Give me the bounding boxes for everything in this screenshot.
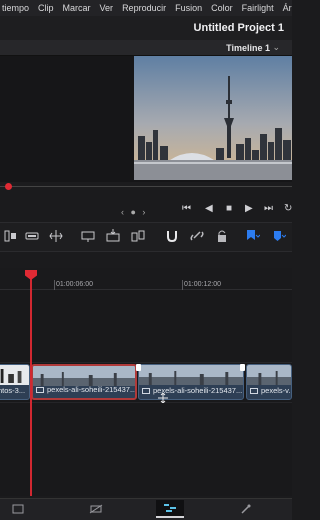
- menu-item-color[interactable]: Color: [211, 3, 233, 13]
- menu-item-reproducir[interactable]: Reproducir: [122, 3, 166, 13]
- track-divider: [0, 402, 292, 403]
- cut-page-tab[interactable]: [82, 500, 110, 518]
- ruler-timecode: 01:00:06:00: [56, 281, 93, 288]
- color-page-icon: [241, 504, 251, 514]
- video-clip-icon: [142, 387, 150, 394]
- snapping-magnet-icon[interactable]: [164, 229, 180, 243]
- marker-icon[interactable]: [270, 229, 286, 243]
- ruler-tick: [182, 280, 183, 290]
- menu-item-ver[interactable]: Ver: [100, 3, 114, 13]
- timeline-clip[interactable]: ntos-3...: [0, 364, 30, 400]
- media-page-tab[interactable]: [4, 500, 32, 518]
- video-clip-icon: [36, 386, 44, 393]
- edit-page-icon: [164, 504, 176, 512]
- skip-to-end-icon[interactable]: ⏭: [264, 203, 273, 214]
- ruler-timecode: 01:00:12:00: [184, 281, 221, 288]
- clip-thumbnail-strip: [0, 365, 29, 385]
- trim-cursor-icon: [158, 393, 168, 403]
- menu-item-area[interactable]: Áre: [283, 3, 292, 13]
- insert-clip-icon[interactable]: [80, 229, 96, 243]
- project-title: Untitled Project 1: [193, 22, 284, 34]
- clip-label: pexels-v...: [250, 384, 292, 397]
- viewer: [0, 56, 292, 182]
- video-clip-icon: [250, 387, 258, 394]
- ruler-tick: [54, 280, 55, 290]
- timeline-clip[interactable]: pexels-ali-soheili-215437...: [138, 364, 244, 400]
- clip-thumbnail-strip: [139, 365, 243, 385]
- viewer-header: Timeline 1 ⌄: [0, 40, 292, 56]
- step-back-icon[interactable]: ◀: [205, 203, 213, 214]
- chevron-down-icon[interactable]: ⌄: [272, 42, 280, 53]
- replace-clip-icon[interactable]: [130, 229, 146, 243]
- timeline-selector[interactable]: Timeline 1: [226, 43, 270, 53]
- clip-name: pexels-ali-soheili-215437...: [47, 385, 137, 394]
- project-header: Untitled Project 1: [0, 16, 292, 40]
- scrub-track: [0, 186, 292, 187]
- menu-item-marcar[interactable]: Marcar: [63, 3, 91, 13]
- clip-label: pexels-ali-soheili-215437...: [36, 383, 137, 396]
- menu-item-tiempo[interactable]: tiempo: [2, 3, 29, 13]
- track-divider: [0, 362, 292, 363]
- viewer-frame: [134, 56, 292, 180]
- timeline-clip-selected[interactable]: pexels-ali-soheili-215437...: [31, 364, 137, 400]
- viewer-nav-dots[interactable]: ‹ ● ›: [121, 207, 147, 217]
- timeline-clip[interactable]: pexels-v...: [246, 364, 292, 400]
- timeline-playhead[interactable]: [30, 276, 32, 496]
- timeline-ruler[interactable]: [0, 268, 292, 290]
- menu-item-clip[interactable]: Clip: [38, 3, 54, 13]
- play-icon[interactable]: ▶: [245, 203, 253, 214]
- clip-edit-point-marker[interactable]: [136, 364, 141, 371]
- city-skyline-image: [134, 56, 292, 180]
- flag-icon[interactable]: [244, 229, 260, 243]
- loop-icon[interactable]: ↻: [284, 203, 292, 214]
- menu-bar: tiempo Clip Marcar Ver Reproducir Fusion…: [0, 0, 292, 16]
- clip-label: ntos-3...: [0, 384, 25, 397]
- skip-to-start-icon[interactable]: ⏮: [182, 203, 191, 214]
- menu-item-fusion[interactable]: Fusion: [175, 3, 202, 13]
- trim-tool-icon[interactable]: [2, 229, 18, 243]
- viewer-scrub-bar[interactable]: [0, 182, 292, 190]
- linked-selection-icon[interactable]: [189, 229, 205, 243]
- scrub-playhead[interactable]: [5, 183, 12, 190]
- color-page-tab[interactable]: [232, 500, 260, 518]
- clip-edit-point-marker[interactable]: [240, 364, 245, 371]
- menu-item-fairlight[interactable]: Fairlight: [242, 3, 274, 13]
- cut-page-icon: [89, 504, 103, 514]
- position-lock-icon[interactable]: [214, 229, 230, 243]
- edit-page-tab[interactable]: [156, 500, 184, 518]
- media-page-icon: [12, 504, 24, 514]
- overwrite-clip-icon[interactable]: [105, 229, 121, 243]
- clip-name: pexels-v...: [261, 386, 292, 395]
- blade-tool-icon[interactable]: [24, 229, 40, 243]
- dynamic-trim-icon[interactable]: [48, 229, 64, 243]
- clip-thumbnail-strip: [247, 365, 291, 385]
- clip-name: ntos-3...: [0, 386, 26, 395]
- stop-icon[interactable]: ■: [226, 203, 232, 214]
